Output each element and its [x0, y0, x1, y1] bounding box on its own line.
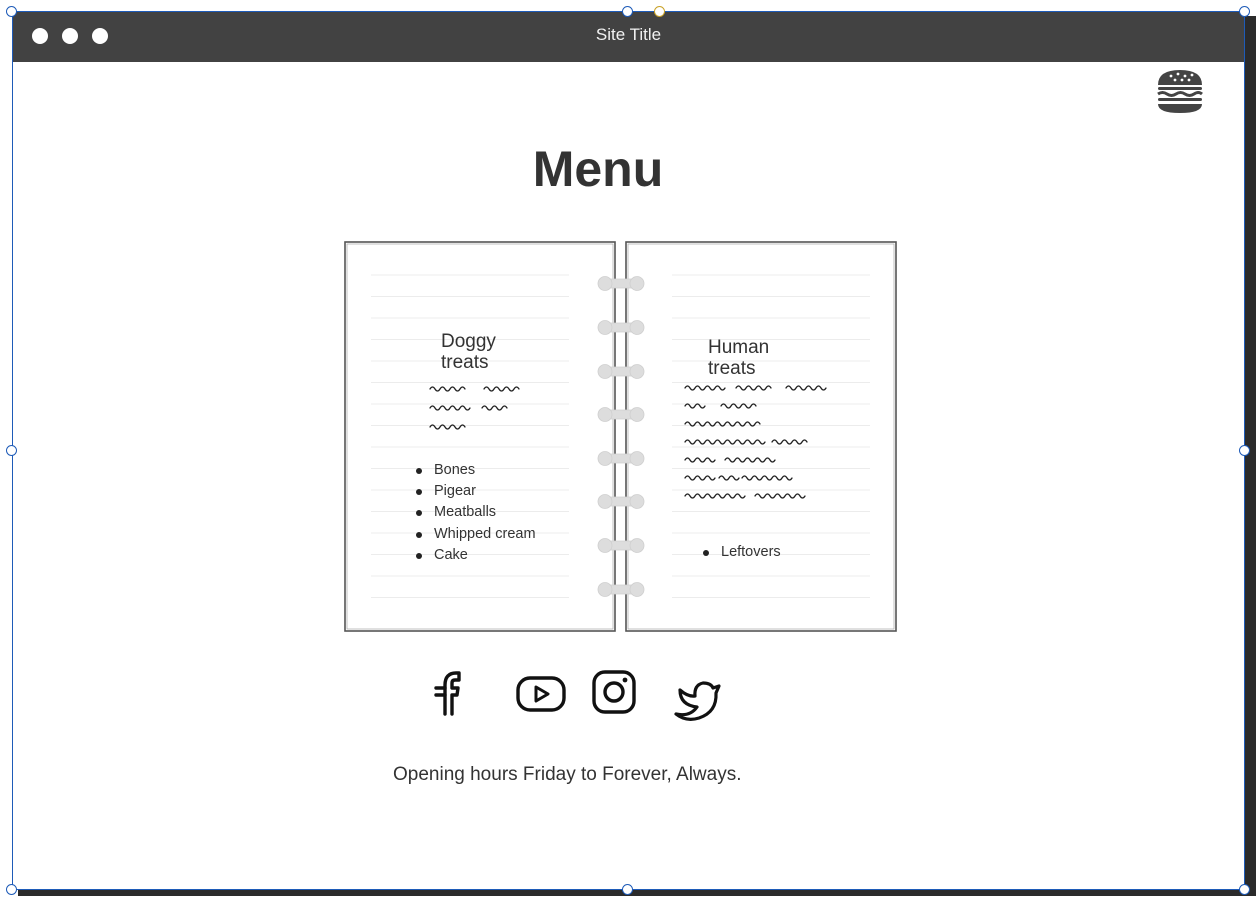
youtube-icon[interactable]	[515, 674, 567, 714]
page-title: Menu	[532, 141, 664, 197]
title-bar: Site Title	[13, 12, 1244, 62]
list-item: Bones	[416, 460, 536, 481]
right-page-title: Human treats	[708, 337, 769, 379]
right-page-item-list: Leftovers	[703, 542, 781, 563]
right-page-title-line1: Human	[708, 337, 770, 358]
left-page-title-line1: Doggy	[441, 331, 496, 352]
list-item: Cake	[416, 545, 536, 566]
twitter-icon[interactable]	[671, 676, 723, 724]
site-title: Site Title	[595, 25, 662, 44]
resize-handle-top-left[interactable]	[6, 6, 17, 17]
left-page-item-list: Bones Pigear Meatballs Whipped cream Cak…	[416, 460, 536, 566]
left-page-title: Doggy treats	[441, 331, 496, 373]
resize-handle-top-right[interactable]	[1239, 6, 1250, 17]
opening-hours-text: Opening hours Friday to Forever, Always.	[393, 764, 742, 785]
left-page-title-line2: treats	[441, 352, 489, 373]
list-item: Leftovers	[703, 542, 781, 563]
resize-handle-right[interactable]	[1239, 445, 1250, 456]
resize-handle-bottom[interactable]	[622, 884, 633, 895]
list-item: Meatballs	[416, 502, 536, 523]
menu-notebook: Doggy treats Bones Pigear Meatballs Whip…	[344, 241, 900, 633]
resize-handle-bottom-left[interactable]	[6, 884, 17, 895]
hamburger-icon[interactable]	[1156, 67, 1204, 115]
list-item: Pigear	[416, 481, 536, 502]
resize-handle-top[interactable]	[622, 6, 633, 17]
facebook-icon[interactable]	[425, 668, 465, 716]
instagram-icon[interactable]	[591, 669, 637, 715]
resize-handle-bottom-right[interactable]	[1239, 884, 1250, 895]
right-page-title-line2: treats	[708, 358, 756, 379]
list-item: Whipped cream	[416, 524, 536, 545]
browser-window: Site Title Menu Doggy treats Bones Pigea…	[12, 11, 1245, 890]
notebook-drawing	[344, 241, 897, 632]
resize-handle-left[interactable]	[6, 445, 17, 456]
rotate-handle[interactable]	[654, 6, 665, 17]
